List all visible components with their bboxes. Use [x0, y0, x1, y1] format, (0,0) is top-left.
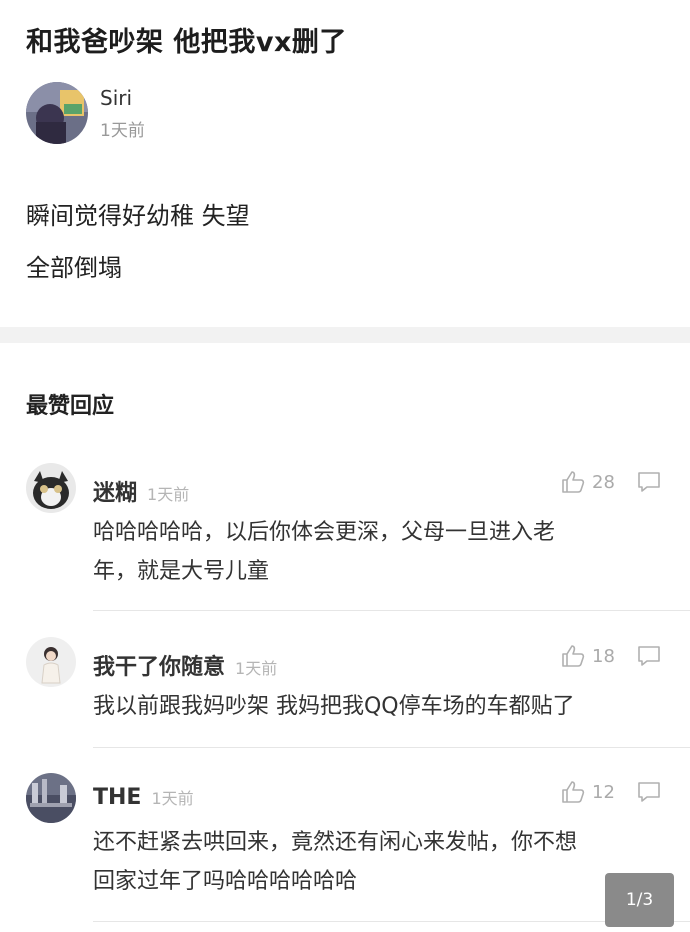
like-count: 28	[592, 471, 615, 493]
comment-text-line: 年，就是大号儿童	[93, 559, 270, 584]
page-indicator-button[interactable]: 1/3	[605, 873, 674, 927]
comment-actions: 12	[560, 779, 662, 805]
comment-bubble-icon[interactable]	[636, 643, 662, 669]
thumbs-up-icon[interactable]	[560, 779, 586, 805]
section-divider	[0, 327, 690, 343]
post-body-line: 全部倒塌	[26, 254, 122, 282]
comment-text-line: 还不赶紧去哄回来，竟然还有闲心来发帖，你不想	[93, 830, 578, 855]
comment-actions: 28	[560, 469, 662, 495]
commenter-avatar[interactable]	[26, 773, 76, 823]
comment-bubble-icon[interactable]	[636, 469, 662, 495]
commenter-avatar[interactable]	[26, 637, 76, 687]
comment-text-line: 回家过年了吗哈哈哈哈哈哈	[93, 869, 358, 894]
like-count: 12	[592, 781, 615, 803]
author-avatar[interactable]	[26, 82, 88, 144]
comment-divider	[93, 610, 690, 611]
commenter-avatar[interactable]	[26, 463, 76, 513]
comment-text-line: 哈哈哈哈哈，以后你体会更深，父母一旦进入老	[93, 520, 556, 545]
commenter-name[interactable]: 我干了你随意	[93, 649, 225, 681]
comment-header: 迷糊 1天前	[93, 475, 189, 507]
comment-text: 哈哈哈哈哈，以后你体会更深，父母一旦进入老 年，就是大号儿童	[93, 513, 653, 591]
comment-time: 1天前	[235, 659, 278, 678]
comment-header: THE 1天前	[93, 785, 194, 810]
post-body: 瞬间觉得好幼稚 失望 全部倒塌	[26, 190, 250, 294]
comment-bubble-icon[interactable]	[636, 779, 662, 805]
post-author[interactable]: Siri 1天前	[26, 82, 145, 144]
thumbs-up-icon[interactable]	[560, 469, 586, 495]
comment-time: 1天前	[147, 485, 190, 504]
thumbs-up-icon[interactable]	[560, 643, 586, 669]
post-title: 和我爸吵架 他把我vx删了	[26, 27, 347, 58]
comment-text: 我以前跟我妈吵架 我妈把我QQ停车场的车都贴了	[93, 687, 653, 726]
comment-divider	[93, 747, 690, 748]
commenter-name[interactable]: THE	[93, 785, 141, 810]
commenter-name[interactable]: 迷糊	[93, 475, 137, 507]
comment-actions: 18	[560, 643, 662, 669]
author-name[interactable]: Siri	[100, 86, 145, 110]
comment-text-line: 我以前跟我妈吵架 我妈把我QQ停车场的车都贴了	[93, 694, 575, 719]
section-title: 最赞回应	[26, 394, 115, 419]
comment-header: 我干了你随意 1天前	[93, 649, 277, 681]
like-count: 18	[592, 645, 615, 667]
post-body-line: 瞬间觉得好幼稚 失望	[26, 202, 250, 230]
post-time: 1天前	[100, 121, 145, 141]
comment-text: 还不赶紧去哄回来，竟然还有闲心来发帖，你不想 回家过年了吗哈哈哈哈哈哈	[93, 823, 653, 901]
comment-divider	[93, 921, 690, 922]
comment-time: 1天前	[151, 789, 194, 808]
